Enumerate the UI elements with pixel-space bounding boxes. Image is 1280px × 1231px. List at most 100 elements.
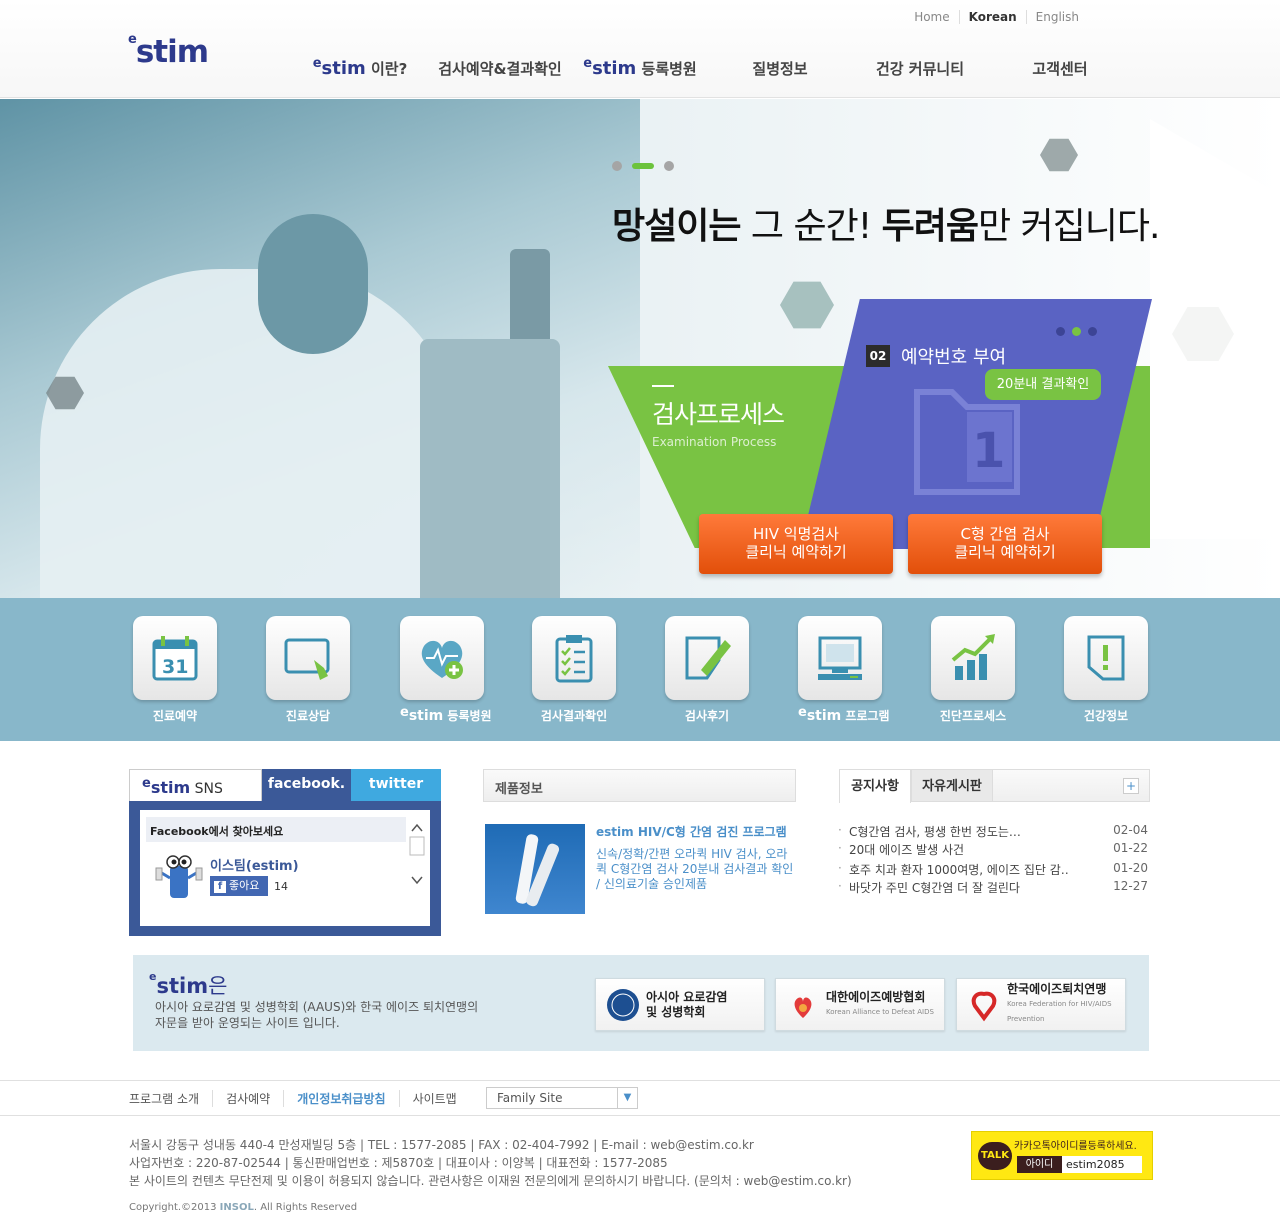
kakaotalk-id-value: estim2085 [1062,1156,1142,1173]
quick-box-hospitals [400,616,484,700]
nav-health-community[interactable]: 건강 커뮤니티 [850,58,990,79]
quick-box-health-info [1064,616,1148,700]
nav-about-brand: stim [321,58,366,79]
facebook-like-label: 좋아요 [229,879,260,892]
tab-facebook[interactable]: facebook. [262,769,351,801]
hcv-button-line2: 클리닉 예약하기 [954,543,1056,561]
quick-box-reservation: 31 [133,616,217,700]
quick-program-sup: e [798,705,807,720]
quick-item-review[interactable]: 검사후기 [665,616,749,724]
sns-title-sup: e [142,776,151,791]
quick-box-review [665,616,749,700]
svg-text:1: 1 [972,423,1005,479]
footer-link-privacy[interactable]: 개인정보취급방침 [283,1090,398,1107]
process-label: 검사프로세스 Examination Process [652,385,785,449]
nav-disease-info[interactable]: 질병정보 [710,58,850,79]
notice-row[interactable]: · 20대 에이즈 발생 사건 01-22 [838,841,1149,859]
notice-more-button[interactable]: + [1123,778,1139,794]
tab-notice[interactable]: 공지사항 [839,769,911,803]
calendar-day: 31 [162,656,188,678]
step-number-badge: 02 [866,345,890,367]
headline-bold-2: 두려움 [881,206,979,247]
lab-coat-shape [40,269,460,598]
notice-row[interactable]: · C형간염 검사, 평생 한번 정도는… 02-04 [838,823,1149,841]
quick-label-hospitals: estim 등록병원 [400,705,492,724]
nav-customer-center[interactable]: 고객센터 [990,58,1130,79]
org-kfap-link[interactable]: 한국에이즈퇴치연맹 Korea Federation for HIV/AIDS P… [956,978,1126,1031]
notice-row[interactable]: · 호주 치과 환자 1000여명, 에이즈 집단 감… 01-20 [838,861,1149,879]
white-panel-decor [1150,119,1280,539]
nav-about-estim[interactable]: estim 이란? [290,56,430,79]
quick-label-review: 검사후기 [684,709,730,723]
pencil-note-icon [685,636,731,680]
step-dot-1[interactable] [1056,327,1065,336]
scrollbar-arrows-icon [409,823,425,885]
quick-item-consultation[interactable]: 진료상담 [266,616,350,724]
bullet-icon: · [838,879,842,893]
advisory-text-line1: 아시아 요로감염 및 성병학회 (AAUS)와 한국 에이즈 퇴치연맹의 [155,1000,479,1014]
kakaotalk-id-banner[interactable]: TALK 카카오톡아이디를등록하세요. 아이디 estim2085 [971,1131,1153,1180]
quick-box-program [798,616,882,700]
quick-item-reservation[interactable]: 31 진료예약 [133,616,217,724]
step-dot-3[interactable] [1088,327,1097,336]
estim-mascot-avatar[interactable] [152,850,206,904]
quick-item-program[interactable]: estim 프로그램 [798,616,890,724]
advisory-text: 아시아 요로감염 및 성병학회 (AAUS)와 한국 에이즈 퇴치연맹의자문을 … [155,999,478,1031]
org-kaap-link[interactable]: 대한에이즈예방협회 Korean Alliance to Defeat AIDS [775,978,945,1031]
korean-link[interactable]: Korean [958,10,1026,24]
hcv-reservation-button[interactable]: C형 간염 검사 클리닉 예약하기 [908,514,1102,574]
quick-item-diagnosis-process[interactable]: 진단프로세스 [931,616,1015,724]
org-kaap-name: 대한에이즈예방협회 Korean Alliance to Defeat AIDS [826,990,934,1020]
quick-label-consultation: 진료상담 [285,709,331,723]
advisory-text-line2: 자문을 받아 운영되는 사이트 입니다. [155,1016,340,1030]
quick-item-result-check[interactable]: 검사결과확인 [532,616,616,724]
slide-indicator [612,161,674,171]
slide-dot-3[interactable] [664,161,674,171]
english-link[interactable]: English [1025,10,1088,24]
org-aaus-line2: 및 성병학회 [646,1004,706,1019]
notice-title: 20대 에이즈 발생 사건 [849,843,965,857]
quick-item-hospitals[interactable]: estim 등록병원 [400,616,492,724]
growth-chart-icon [951,634,995,680]
copyright-prefix: Copyright.©2013 [129,1202,220,1213]
footer-link-sitemap[interactable]: 사이트맵 [398,1090,470,1107]
quick-box-result-check [532,616,616,700]
quick-program-text: 프로그램 [841,709,890,723]
notice-date: 12-27 [1113,879,1148,893]
site-logo[interactable]: estim [128,32,209,70]
product-description: 신속/정확/간편 오라퀵 HIV 검사, 오라퀵 C형간염 검사 20분내 검사… [596,847,794,891]
family-site-value: Family Site [497,1091,563,1105]
monitor-hand-icon [284,638,330,680]
tab-free-board[interactable]: 자유게시판 [911,769,993,802]
kaap-logo-icon [794,996,812,1018]
quick-item-health-info[interactable]: 건강정보 [1064,616,1148,724]
copyright: Copyright.©2013 INSOL. All Rights Reserv… [129,1202,357,1213]
facebook-like-box: Facebook에서 찾아보세요 이스팀(estim) f 좋아요 14 [140,810,430,926]
facebook-box-scrollbar[interactable] [408,817,426,917]
home-link[interactable]: Home [905,10,958,24]
slide-dot-1[interactable] [612,161,622,171]
facebook-page-name[interactable]: 이스팀(estim) [210,855,299,874]
org-kfap-line2: Korea Federation for HIV/AIDS Prevention [1007,1000,1112,1023]
product-title[interactable]: estim HIV/C형 간염 검진 프로그램 [596,823,787,840]
kfap-logo-icon [971,991,997,1021]
step-dot-2[interactable] [1072,327,1081,336]
footer-link-program[interactable]: 프로그램 소개 [129,1090,212,1107]
product-test-kit-image[interactable] [485,824,585,914]
process-subtitle: Examination Process [652,435,777,449]
family-site-select[interactable]: Family Site ▼ [486,1087,638,1109]
sns-title: estim SNS [129,769,262,801]
footer-info-address: 서울시 강동구 성내동 440-4 만성재빌딩 5층 | TEL : 1577-… [129,1138,754,1152]
org-kfap-line1: 한국에이즈퇴치연맹 [1007,982,1107,996]
nav-registered-hospitals[interactable]: estim 등록병원 [570,56,710,79]
nav-about-sup: e [312,56,322,71]
notice-row[interactable]: · 바닷가 주민 C형간염 더 잘 걸린다 12-27 [838,879,1149,897]
slide-dot-2[interactable] [632,163,654,169]
org-kfap-name: 한국에이즈퇴치연맹 Korea Federation for HIV/AIDS P… [1007,982,1125,1027]
footer-link-reservation[interactable]: 검사예약 [212,1090,283,1107]
nav-reservation-result[interactable]: 검사예약&결과확인 [430,58,570,79]
org-aaus-link[interactable]: 아시아 요로감염 및 성병학회 [595,978,765,1031]
tab-twitter[interactable]: twitter [351,769,441,801]
hiv-reservation-button[interactable]: HIV 익명검사 클리닉 예약하기 [699,514,893,574]
facebook-like-button[interactable]: f 좋아요 [210,876,268,896]
